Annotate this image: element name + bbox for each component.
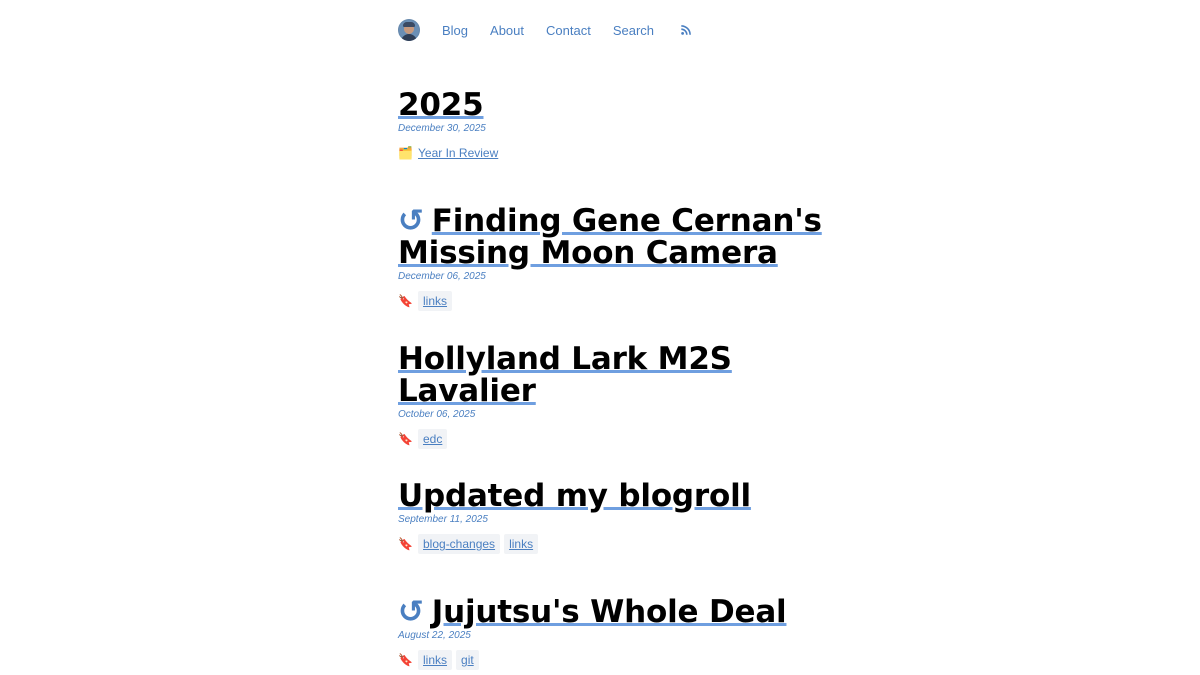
post-title-link[interactable]: Hollyland Lark M2S Lavalier (398, 341, 732, 409)
top-nav: Blog About Contact Search (398, 18, 691, 42)
post-tags: 🔖 links git (398, 650, 828, 670)
post-tags: 🔖 links (398, 291, 828, 311)
avatar-cap (403, 22, 415, 27)
folder-icon: 🗂️ (398, 146, 413, 160)
post-item: ↺ Finding Gene Cernan's Missing Moon Came… (398, 205, 828, 311)
post-title[interactable]: Updated my blogroll (398, 480, 828, 512)
post-tags: 🔖 edc (398, 429, 828, 449)
post-title[interactable]: ↺ Finding Gene Cernan's Missing Moon Came… (398, 205, 828, 269)
tag-links[interactable]: links (418, 291, 453, 311)
rss-link[interactable] (676, 23, 691, 38)
tag-links[interactable]: links (418, 650, 453, 670)
post-title-link[interactable]: Finding Gene Cernan's Missing Moon Camer… (398, 203, 822, 271)
external-link-icon: ↺ (398, 203, 424, 239)
post-title-link[interactable]: Updated my blogroll (398, 478, 751, 514)
avatar-shirt (401, 34, 417, 41)
post-title-link[interactable]: 2025 (398, 87, 484, 123)
year-in-review-link[interactable]: Year In Review (418, 146, 498, 160)
bookmark-icon: 🔖 (398, 294, 413, 308)
external-link-icon: ↺ (398, 594, 424, 630)
post-title[interactable]: ↺ Jujutsu's Whole Deal (398, 596, 828, 628)
tag-git[interactable]: git (456, 650, 479, 670)
bookmark-icon: 🔖 (398, 653, 413, 667)
post-date: September 11, 2025 (398, 514, 488, 525)
post-title[interactable]: Hollyland Lark M2S Lavalier (398, 343, 828, 407)
nav-search[interactable]: Search (613, 23, 654, 38)
post-title-link[interactable]: Jujutsu's Whole Deal (432, 594, 787, 630)
bookmark-icon: 🔖 (398, 432, 413, 446)
post-item: Updated my blogroll September 11, 2025 🔖… (398, 480, 828, 554)
avatar[interactable] (398, 19, 420, 41)
rss-icon (681, 24, 691, 35)
post-date: December 30, 2025 (398, 123, 486, 134)
post-date: December 06, 2025 (398, 271, 486, 282)
bookmark-icon: 🔖 (398, 537, 413, 551)
post-item: ↺ Jujutsu's Whole Deal August 22, 2025 🔖 … (398, 596, 828, 670)
post-meta: 🗂️ Year In Review (398, 143, 828, 163)
post-item: 2025 December 30, 2025 🗂️ Year In Review (398, 89, 828, 163)
tag-edc[interactable]: edc (418, 429, 448, 449)
post-title[interactable]: 2025 (398, 89, 828, 121)
post-date: October 06, 2025 (398, 409, 476, 420)
nav-contact[interactable]: Contact (546, 23, 591, 38)
nav-about[interactable]: About (490, 23, 524, 38)
tag-blog-changes[interactable]: blog-changes (418, 534, 501, 554)
nav-blog[interactable]: Blog (442, 23, 468, 38)
post-tags: 🔖 blog-changes links (398, 534, 828, 554)
post-item: Hollyland Lark M2S Lavalier October 06, … (398, 343, 828, 449)
post-date: August 22, 2025 (398, 630, 471, 641)
tag-links[interactable]: links (504, 534, 539, 554)
